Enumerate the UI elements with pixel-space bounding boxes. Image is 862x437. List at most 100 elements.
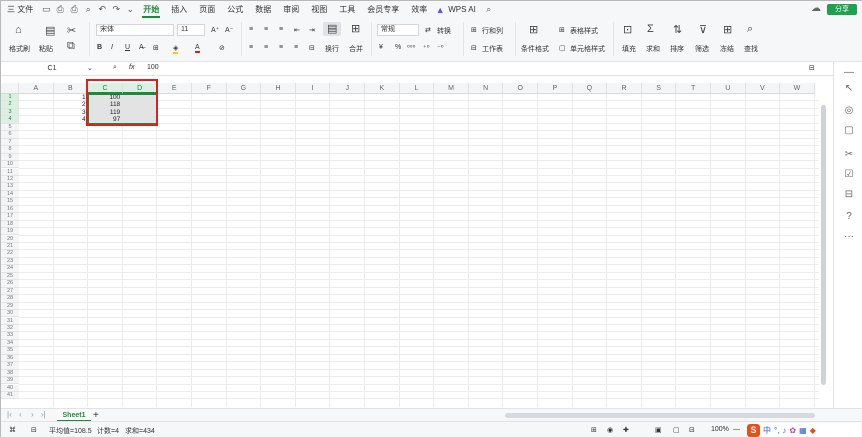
next-sheet-icon[interactable]: ›	[31, 410, 34, 419]
row-header-41[interactable]: 41	[1, 392, 19, 400]
tab-formula[interactable]: 公式	[221, 1, 249, 18]
tab-data[interactable]: 数据	[249, 1, 277, 18]
search-icon[interactable]: ⌕	[482, 3, 496, 17]
cell-c3[interactable]: 119	[88, 109, 122, 116]
rows-cols-label[interactable]: 行和列	[482, 26, 503, 36]
row-header-39[interactable]: 39	[1, 377, 19, 385]
copy-icon[interactable]: ⧉	[67, 40, 75, 53]
row-header-11[interactable]: 11	[1, 168, 19, 176]
justify-icon[interactable]: ≡	[294, 44, 298, 51]
collapse-icon[interactable]: —	[842, 66, 856, 80]
column-header-b[interactable]: B	[53, 83, 89, 94]
decrease-decimal-icon[interactable]: ⁻⁰	[437, 44, 444, 52]
number-format-select[interactable]: 常规	[377, 24, 419, 36]
column-header-o[interactable]: O	[503, 83, 538, 94]
row-header-28[interactable]: 28	[1, 295, 19, 303]
font-size-select[interactable]: 11	[177, 24, 205, 36]
conditional-format-label[interactable]: 条件格式	[521, 44, 549, 54]
row-header-10[interactable]: 10	[1, 161, 19, 169]
underline-icon[interactable]: U	[125, 44, 130, 51]
page-layout-icon[interactable]: ▢	[673, 426, 680, 434]
tools-icon[interactable]: ✂	[842, 148, 856, 162]
row-header-27[interactable]: 27	[1, 287, 19, 296]
row-header-9[interactable]: 9	[1, 153, 19, 161]
align-left-icon[interactable]: ≡	[249, 44, 253, 51]
table-style-icon[interactable]: ⊞	[559, 26, 565, 34]
column-header-r[interactable]: R	[607, 83, 642, 94]
fill-label[interactable]: 填充	[622, 44, 636, 54]
align-top-icon[interactable]: ≡	[249, 26, 253, 33]
user-icon[interactable]: ◆	[810, 426, 816, 435]
align-center-icon[interactable]: ≡	[264, 44, 268, 51]
column-header-p[interactable]: P	[538, 83, 573, 94]
column-header-q[interactable]: Q	[572, 83, 608, 94]
cell-c2[interactable]: 118	[88, 101, 122, 108]
find-icon[interactable]: ⌕	[747, 23, 753, 36]
font-name-select[interactable]: 宋体	[96, 24, 174, 36]
row-header-15[interactable]: 15	[1, 198, 19, 206]
cell-b3[interactable]: 3	[54, 109, 88, 116]
cell-c1[interactable]: 100	[88, 94, 122, 101]
crosshair-icon[interactable]: ✚	[623, 426, 629, 434]
increase-decimal-icon[interactable]: ⁺⁰	[423, 44, 430, 52]
column-header-m[interactable]: M	[434, 83, 469, 94]
convert-icon[interactable]: ⇄	[425, 26, 431, 34]
worksheet-label[interactable]: 工作表	[482, 44, 503, 54]
column-header-k[interactable]: K	[365, 83, 400, 94]
grid-apps-icon[interactable]: ▦	[799, 426, 807, 435]
tab-efficiency[interactable]: 效率	[405, 1, 433, 18]
save-icon[interactable]: ▭	[39, 3, 53, 17]
column-header-v[interactable]: V	[745, 83, 781, 94]
bold-icon[interactable]: B	[97, 44, 102, 51]
last-sheet-icon[interactable]: ›|	[41, 410, 46, 419]
worksheet-icon[interactable]: ⊟	[471, 44, 477, 52]
customize-chevron-icon[interactable]: ⌄	[123, 3, 137, 17]
row-header-4[interactable]: 4	[1, 116, 19, 124]
eye-protect-icon[interactable]: ◉	[607, 426, 613, 434]
align-bottom-icon[interactable]: ≡	[279, 26, 283, 33]
align-middle-icon[interactable]: ≡	[264, 26, 268, 33]
select-all-corner[interactable]	[1, 83, 19, 94]
sort-icon[interactable]: ⇅	[673, 23, 682, 36]
cell-style-icon[interactable]: ▢	[559, 44, 566, 52]
row-header-16[interactable]: 16	[1, 205, 19, 214]
column-header-i[interactable]: I	[295, 83, 331, 94]
row-header-34[interactable]: 34	[1, 339, 19, 348]
row-header-8[interactable]: 8	[1, 146, 19, 154]
row-header-5[interactable]: 5	[1, 123, 19, 132]
cell-c4[interactable]: 97	[88, 116, 122, 123]
row-header-29[interactable]: 29	[1, 302, 19, 310]
currency-icon[interactable]: ¥	[379, 44, 383, 51]
row-header-12[interactable]: 12	[1, 175, 19, 184]
strikethrough-icon[interactable]: A̶	[139, 44, 144, 51]
print-icon[interactable]: ⎙	[67, 3, 81, 17]
skin-icon[interactable]: ✿	[789, 426, 796, 435]
fx-icon[interactable]: fx	[129, 64, 134, 71]
column-header-j[interactable]: J	[330, 83, 365, 94]
row-header-26[interactable]: 26	[1, 280, 19, 288]
tab-tools[interactable]: 工具	[333, 1, 361, 18]
row-header-31[interactable]: 31	[1, 317, 19, 325]
file-menu[interactable]: 三 文件	[1, 1, 39, 18]
indent-decrease-icon[interactable]: ⇤	[294, 26, 300, 34]
sheet-view-icon[interactable]: ⊟	[31, 426, 37, 434]
wrap-icon[interactable]: ▤	[327, 22, 337, 35]
cell-style-label[interactable]: 单元格样式	[570, 44, 605, 54]
percent-icon[interactable]: %	[395, 44, 401, 51]
align-right-icon[interactable]: ≡	[279, 44, 283, 51]
macro-icon[interactable]: ⌘	[9, 426, 16, 434]
more-icon[interactable]: ···	[842, 230, 856, 244]
punctuation-icon[interactable]: °,	[774, 426, 779, 435]
row-header-6[interactable]: 6	[1, 131, 19, 139]
style-icon[interactable]: ◎	[842, 104, 856, 118]
zoom-formula-icon[interactable]: ⌕	[113, 64, 117, 72]
freeze-icon[interactable]: ⊞	[723, 23, 732, 36]
tab-review[interactable]: 审阅	[277, 1, 305, 18]
tab-view[interactable]: 视图	[305, 1, 333, 18]
row-header-40[interactable]: 40	[1, 384, 19, 392]
tab-member[interactable]: 会员专享	[361, 1, 405, 18]
column-header-s[interactable]: S	[641, 83, 677, 94]
cell-b2[interactable]: 2	[54, 101, 88, 108]
indent-increase-icon[interactable]: ⇥	[309, 26, 315, 34]
tab-home[interactable]: 开始	[137, 1, 165, 18]
